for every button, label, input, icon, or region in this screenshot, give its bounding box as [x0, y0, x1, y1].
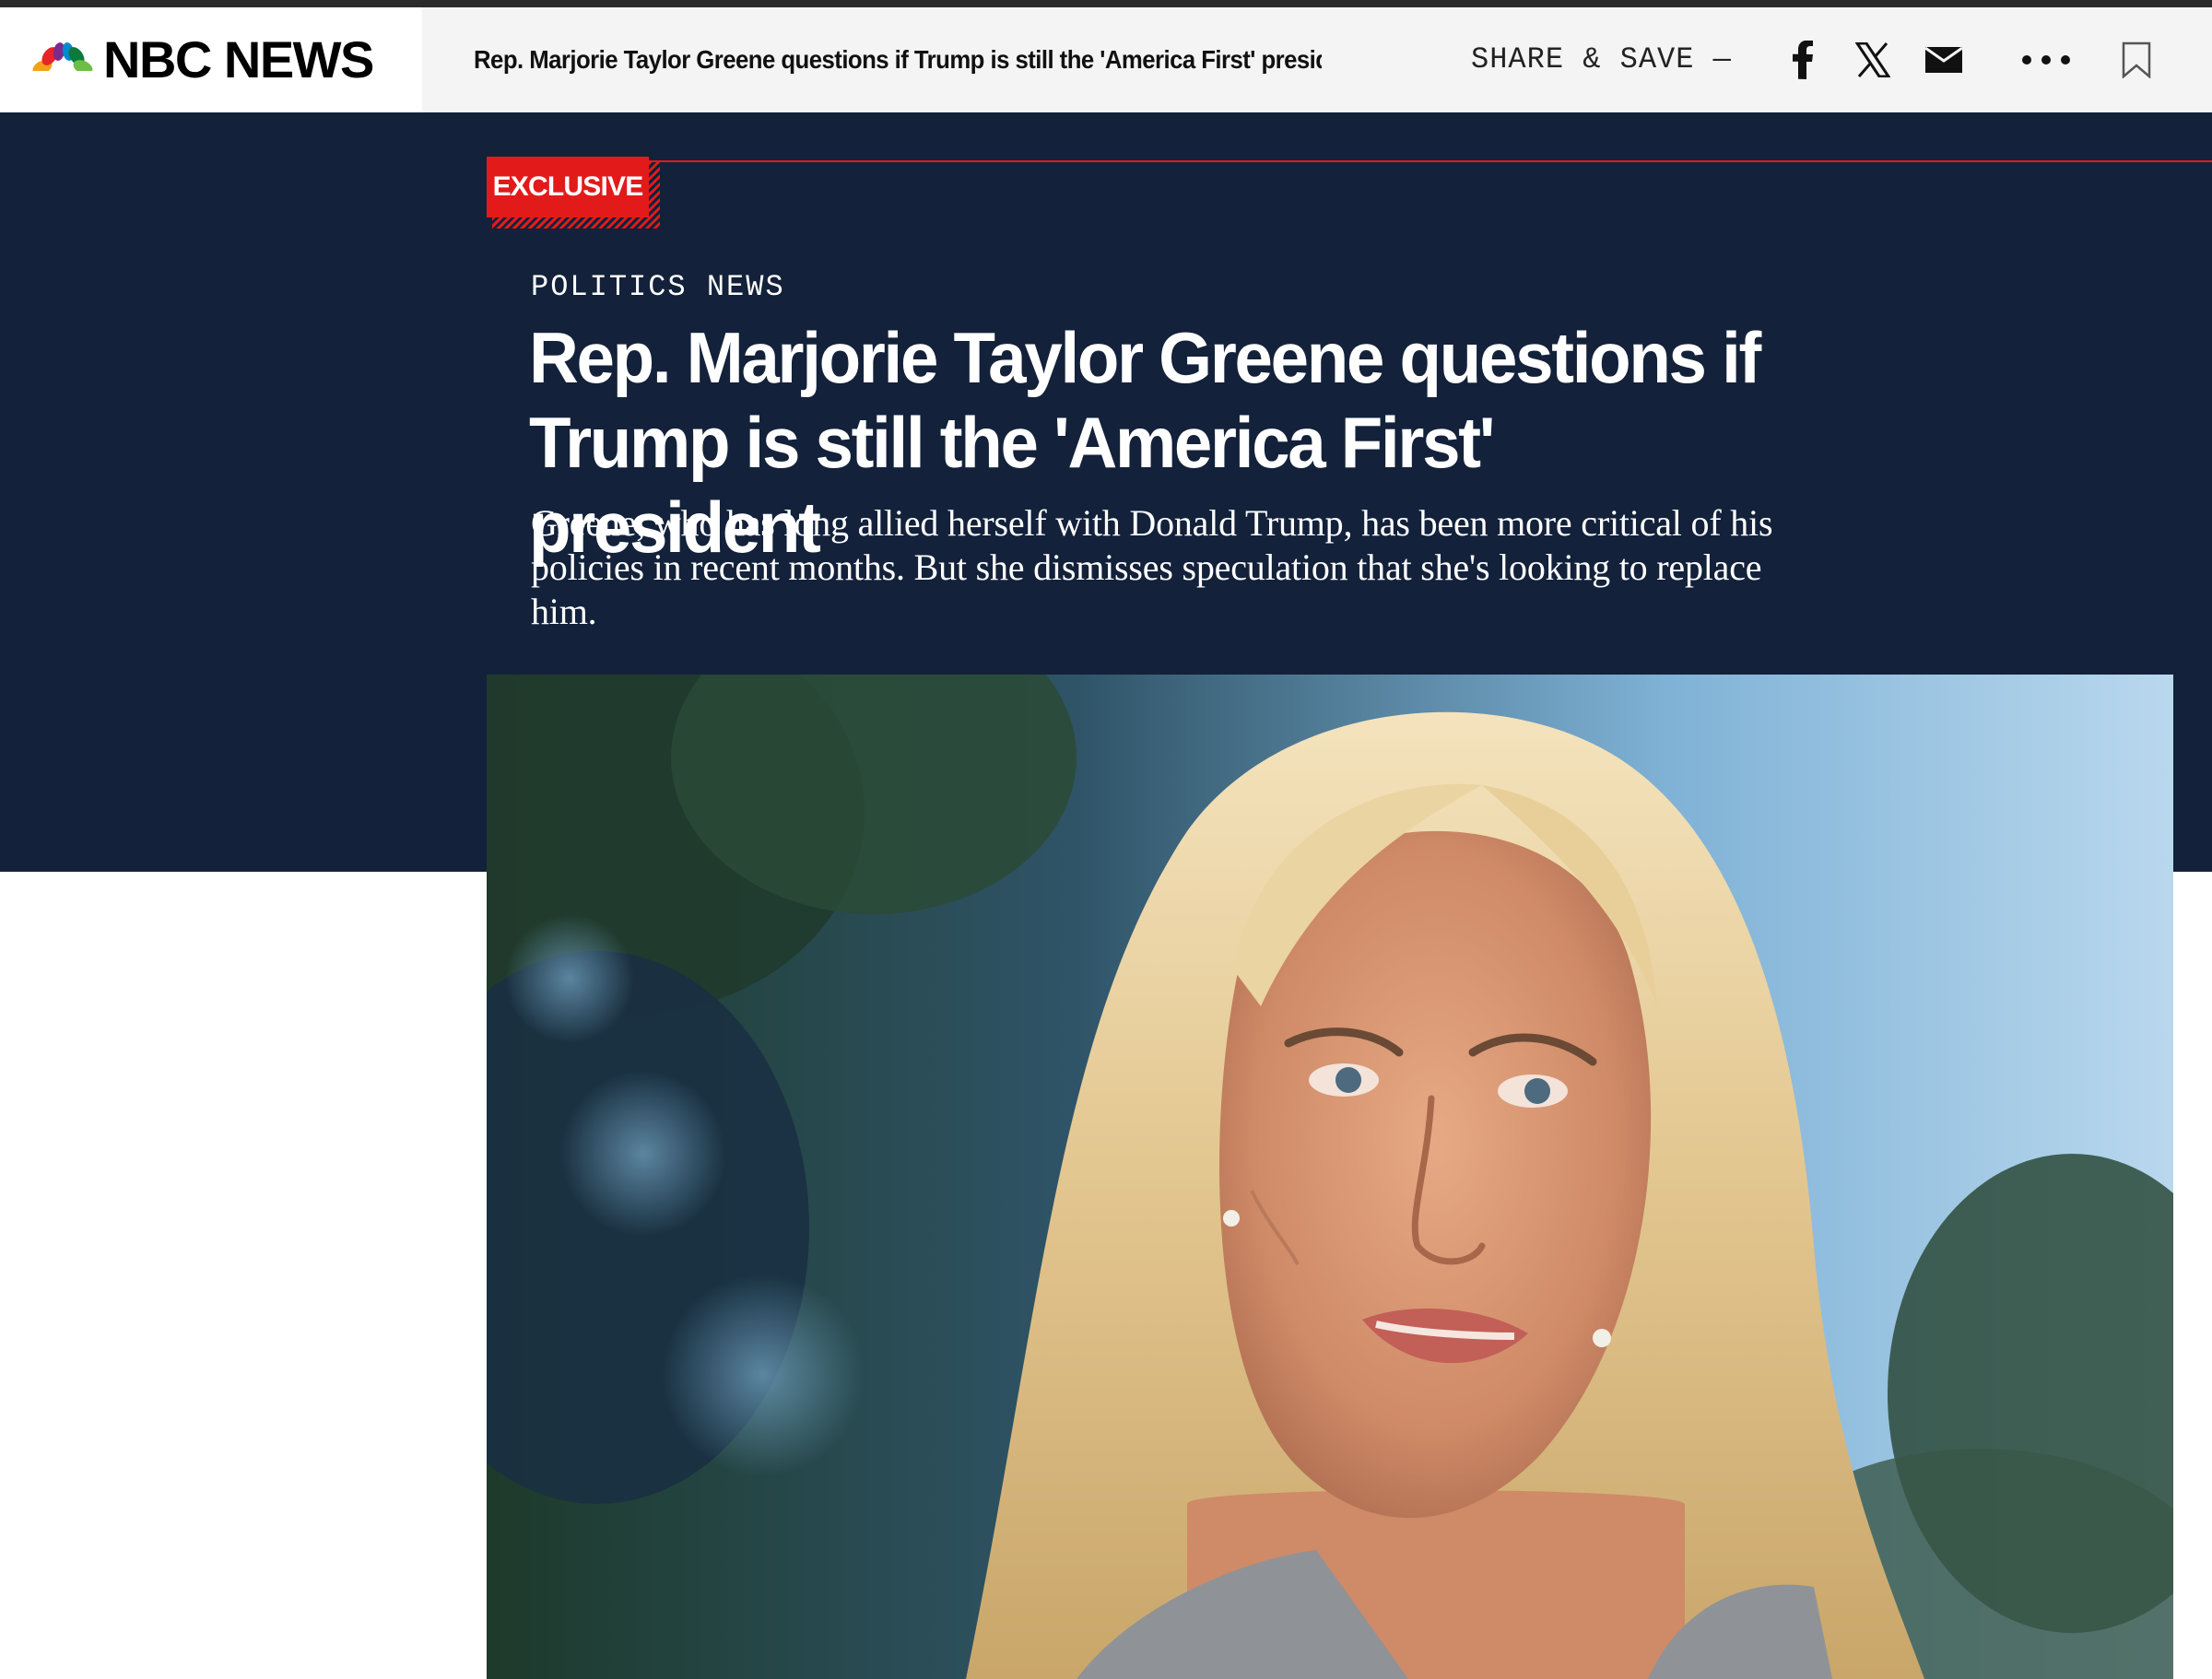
email-icon[interactable] — [1924, 41, 1963, 79]
badge-rule — [636, 160, 2212, 162]
site-header: NBC NEWS Rep. Marjorie Taylor Greene que… — [0, 7, 2212, 112]
share-save-label[interactable]: SHARE & SAVE — — [1471, 7, 1732, 112]
nbc-news-logo[interactable]: NBC NEWS — [0, 7, 422, 112]
bookmark-icon[interactable] — [2120, 41, 2153, 79]
badge-label: EXCLUSIVE — [487, 157, 649, 217]
header-article-title: Rep. Marjorie Taylor Greene questions if… — [474, 45, 1322, 74]
more-icon[interactable] — [2020, 41, 2072, 79]
section-label[interactable]: POLITICS NEWS — [531, 269, 785, 306]
peacock-icon — [31, 42, 94, 80]
top-border — [0, 0, 2212, 7]
exclusive-badge: EXCLUSIVE — [487, 157, 660, 229]
x-icon[interactable] — [1854, 41, 1891, 79]
facebook-icon[interactable] — [1788, 41, 1818, 79]
lead-photo — [487, 675, 2173, 1679]
article-dek: Greene, who has long allied herself with… — [531, 502, 1773, 632]
headline-line-1: Rep. Marjorie Taylor Greene questions if — [529, 317, 1761, 398]
logo-text: NBC NEWS — [103, 30, 374, 88]
